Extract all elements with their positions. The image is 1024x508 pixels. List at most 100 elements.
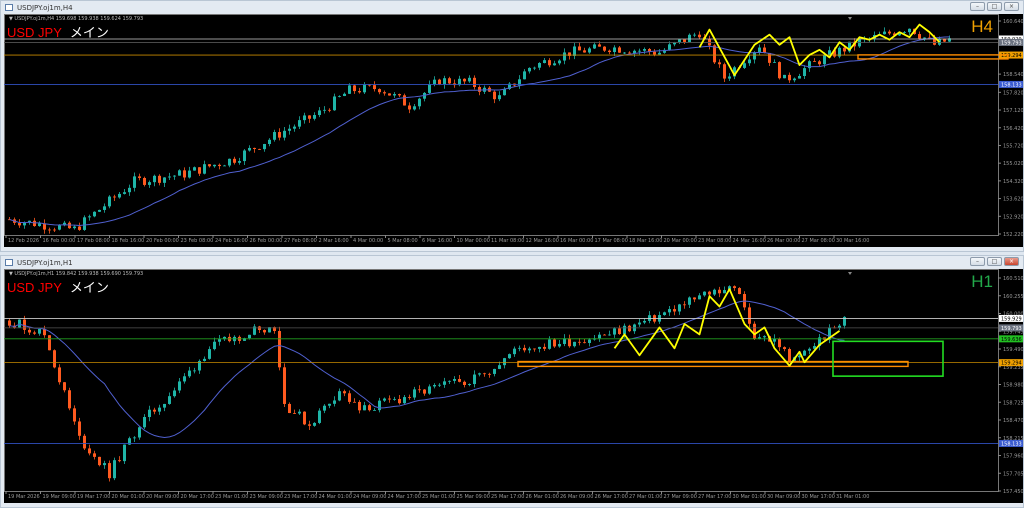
candle-body xyxy=(108,196,111,207)
candle-body xyxy=(628,325,631,332)
h1-chart-window[interactable]: USDJPY.oj1m,H1 – □ × 160.510 160.255 160.0… xyxy=(0,255,1024,508)
candle-body xyxy=(713,289,716,295)
candle-body xyxy=(228,158,231,166)
maximize-button[interactable]: □ xyxy=(987,2,1002,11)
candle-body xyxy=(483,373,486,375)
candle-body xyxy=(233,158,236,163)
chart-window-icon xyxy=(5,4,13,11)
candle-body xyxy=(673,309,676,312)
window-titlebar[interactable]: USDJPY.oj1m,H4 – □ × xyxy=(1,1,1023,14)
candle-body xyxy=(38,223,41,227)
chart-window-icon xyxy=(5,259,13,266)
candle-body xyxy=(243,150,246,162)
candle-body xyxy=(678,39,681,43)
time-axis-label: 17 Feb 08:00 xyxy=(77,238,110,244)
time-axis-label: 20 Mar 09:00 xyxy=(146,494,179,500)
candle-body xyxy=(183,376,186,382)
candle-body xyxy=(428,84,431,93)
candle-body xyxy=(718,62,721,65)
h4-chart-window[interactable]: USDJPY.oj1m,H4 – □ × 160.640 158.540 157.8… xyxy=(0,0,1024,252)
close-button[interactable]: × xyxy=(1004,257,1019,266)
candle-body xyxy=(353,401,356,403)
candle-body xyxy=(593,44,596,49)
minimize-button[interactable]: – xyxy=(970,2,985,11)
time-axis-label: 24 Mar 16:00 xyxy=(733,238,766,244)
window-titlebar[interactable]: USDJPY.oj1m,H1 – □ × xyxy=(1,256,1023,269)
time-axis-label: 24 Mar 01:00 xyxy=(319,494,352,500)
candle-body xyxy=(908,28,911,33)
price-tag-label: 159.636 xyxy=(1001,337,1022,343)
time-axis-label: 30 Mar 17:00 xyxy=(802,494,835,500)
time-axis-label: 2 Mar 16:00 xyxy=(319,238,349,244)
candle-body xyxy=(378,89,381,93)
candle-body xyxy=(178,170,181,176)
candle-body xyxy=(278,132,281,138)
plot-frame xyxy=(4,269,999,492)
candle-body xyxy=(493,91,496,100)
candle-body xyxy=(778,338,781,348)
candle-body xyxy=(693,34,696,36)
candle-body xyxy=(143,417,146,428)
candle-body xyxy=(553,63,556,66)
candle-body xyxy=(348,393,351,402)
h1-chart[interactable]: 160.510 160.255 160.000 159.745 159.490 159.2… xyxy=(4,269,1023,503)
candle-body xyxy=(248,334,251,339)
candle-body xyxy=(443,78,446,85)
maximize-button[interactable]: □ xyxy=(987,257,1002,266)
candle-body xyxy=(273,132,276,140)
candle-body xyxy=(373,85,376,90)
candle-body xyxy=(618,328,621,335)
symbol-name: USD JPY xyxy=(7,25,62,40)
candle-body xyxy=(123,192,126,194)
candle-body xyxy=(318,110,321,116)
candle-body xyxy=(923,37,926,39)
time-axis-label: 30 Mar 01:00 xyxy=(733,494,766,500)
h1-chart-canvas[interactable]: 160.510160.255160.000159.745159.490159.2… xyxy=(4,269,1023,503)
candle-body xyxy=(73,408,76,422)
candle-body xyxy=(608,50,611,53)
price-axis-label: 152.220 xyxy=(1003,232,1023,238)
candle-body xyxy=(183,170,186,178)
candle-body xyxy=(603,46,606,51)
candle-body xyxy=(543,60,546,64)
candle-body xyxy=(178,381,181,391)
candle-body xyxy=(698,34,701,38)
time-axis-label: 23 Mar 17:00 xyxy=(284,494,317,500)
candle-body xyxy=(413,389,416,398)
candle-body xyxy=(688,297,691,305)
h4-chart[interactable]: 160.640 158.540 157.820 157.120 156.420 155.7… xyxy=(4,14,1023,247)
candle-body xyxy=(828,50,831,55)
h4-chart-canvas[interactable]: 160.640 158.540 157.820 157.120 156.420 155.7… xyxy=(4,14,1023,247)
candle-body xyxy=(638,322,641,325)
candle-body xyxy=(623,52,626,54)
candle-body xyxy=(888,31,891,34)
moving-average-line xyxy=(9,300,845,438)
candle-body xyxy=(33,220,36,227)
candle-body xyxy=(538,63,541,68)
minimize-button[interactable]: – xyxy=(970,257,985,266)
candle-body xyxy=(613,328,616,335)
candle-body xyxy=(353,85,356,92)
candle-body xyxy=(643,320,646,323)
price-axis-label: 156.420 xyxy=(1003,126,1023,132)
candle-body xyxy=(303,115,306,121)
candle-body xyxy=(463,78,466,82)
candle-body xyxy=(448,380,451,382)
candle-body xyxy=(623,325,626,335)
candle-body xyxy=(133,176,136,188)
time-axis-label: 12 Mar 16:00 xyxy=(526,238,559,244)
candle-body xyxy=(743,63,746,68)
candle-body xyxy=(248,147,251,151)
candle-body xyxy=(218,339,221,342)
price-axis-label: 158.980 xyxy=(1003,383,1023,389)
time-axis-label: 27 Mar 08:00 xyxy=(802,238,835,244)
timeframe-label: H1 xyxy=(971,272,993,291)
close-button[interactable]: × xyxy=(1004,2,1019,11)
candle-body xyxy=(283,130,286,138)
candle-body xyxy=(358,91,361,93)
candle-body xyxy=(403,95,406,106)
candle-body xyxy=(203,164,206,174)
candle-body xyxy=(478,373,481,375)
candle-body xyxy=(298,411,301,414)
candle-body xyxy=(698,295,701,300)
